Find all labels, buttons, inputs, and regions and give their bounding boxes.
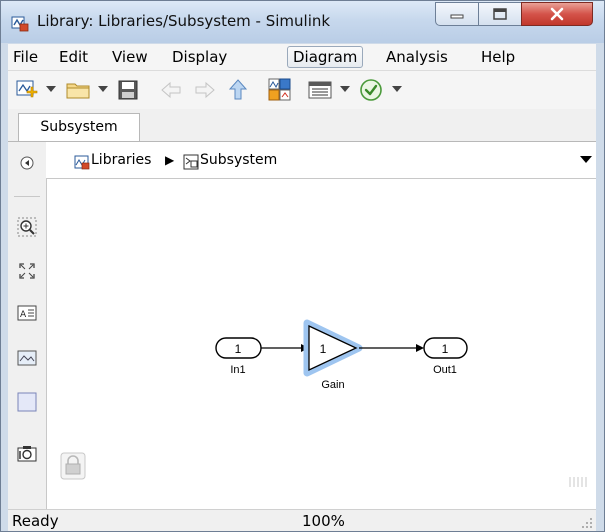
tab-subsystem[interactable]: Subsystem <box>18 113 140 141</box>
hide-explorer-button[interactable] <box>16 152 38 174</box>
zoom-in-icon <box>17 217 37 237</box>
back-arrow-icon <box>161 81 181 99</box>
forward-button[interactable] <box>192 78 218 102</box>
diagram-canvas[interactable]: 1 In1 1 Gain 1 Out1 <box>47 179 596 509</box>
inport-block[interactable]: 1 <box>215 337 262 359</box>
inport-label: In1 <box>230 364 245 376</box>
menu-bar: File Edit View Display Diagram Analysis … <box>8 44 596 71</box>
simulink-window: Library: Libraries/Subsystem - Simulink … <box>0 0 605 532</box>
menu-view[interactable]: View <box>112 47 148 67</box>
minimize-button[interactable] <box>435 2 479 26</box>
inport-number: 1 <box>235 342 242 356</box>
menu-help[interactable]: Help <box>481 47 515 67</box>
model-explorer-icon <box>308 81 332 99</box>
gain-label: Gain <box>321 379 344 391</box>
model-explorer-button[interactable] <box>306 78 334 102</box>
back-button[interactable] <box>158 78 184 102</box>
up-arrow-icon <box>228 79 248 100</box>
zoom-button[interactable] <box>16 216 38 238</box>
collapse-arrow-icon <box>20 156 34 170</box>
up-button[interactable] <box>226 78 250 102</box>
save-button[interactable] <box>116 78 140 102</box>
open-dropdown-arrow[interactable] <box>98 86 108 92</box>
outport-number: 1 <box>442 342 449 356</box>
status-message: Ready <box>12 512 59 530</box>
annotation-button[interactable]: A <box>16 302 38 324</box>
area-button[interactable] <box>16 391 38 413</box>
minimize-icon <box>450 14 464 19</box>
outport-block[interactable]: 1 <box>423 337 468 359</box>
status-bar: Ready 100% <box>8 509 596 531</box>
check-button[interactable] <box>358 78 384 102</box>
new-model-dropdown-arrow[interactable] <box>46 86 56 92</box>
breadcrumb-libraries[interactable]: Libraries <box>91 150 151 170</box>
svg-text:A: A <box>20 310 27 320</box>
camera-icon <box>17 446 37 462</box>
gain-block[interactable]: 1 <box>303 319 363 377</box>
library-browser-button[interactable] <box>266 78 294 102</box>
check-icon <box>360 79 382 101</box>
check-dropdown-arrow[interactable] <box>392 86 402 92</box>
new-model-button[interactable] <box>14 78 40 102</box>
library-lock-icon[interactable] <box>60 452 86 480</box>
menu-analysis[interactable]: Analysis <box>386 47 448 67</box>
simulink-library-icon <box>11 16 29 32</box>
breadcrumb-dropdown-icon[interactable] <box>580 156 592 164</box>
library-icon <box>74 155 90 170</box>
left-toolbar: A <box>8 142 47 509</box>
tab-strip: Subsystem <box>8 109 596 142</box>
model-explorer-dropdown-arrow[interactable] <box>340 86 350 92</box>
outport-label: Out1 <box>433 364 457 376</box>
annotation-icon: A <box>17 305 37 321</box>
maximize-button[interactable] <box>478 2 522 26</box>
resize-grip-icon[interactable] <box>582 518 593 529</box>
fit-to-view-button[interactable] <box>16 260 38 282</box>
gain-value: 1 <box>320 342 327 356</box>
fit-to-view-icon <box>19 263 35 279</box>
forward-arrow-icon <box>195 81 215 99</box>
subsystem-icon <box>183 154 199 170</box>
image-icon <box>17 350 37 366</box>
maximize-icon <box>493 8 507 20</box>
open-folder-icon <box>66 83 90 99</box>
save-icon <box>118 80 138 100</box>
library-browser-icon <box>268 78 291 101</box>
close-button[interactable] <box>521 2 593 26</box>
toolbar <box>8 71 596 109</box>
breadcrumb-subsystem[interactable]: Subsystem <box>200 150 277 170</box>
signal-arrowhead-out <box>416 344 424 352</box>
scroll-handle[interactable] <box>569 477 587 487</box>
menu-edit[interactable]: Edit <box>59 47 88 67</box>
menu-display[interactable]: Display <box>172 47 227 67</box>
area-icon <box>17 392 37 412</box>
close-icon <box>550 7 564 21</box>
left-toolbar-divider <box>14 196 40 197</box>
open-button[interactable] <box>64 78 92 102</box>
zoom-level: 100% <box>302 512 345 530</box>
new-model-icon <box>16 80 38 98</box>
camera-button[interactable] <box>16 442 38 464</box>
menu-file[interactable]: File <box>13 47 38 67</box>
image-button[interactable] <box>16 347 38 369</box>
breadcrumb-separator: ▶ <box>165 153 175 167</box>
menu-diagram[interactable]: Diagram <box>287 46 364 68</box>
diagram-svg: 1 In1 1 Gain 1 Out1 <box>60 319 587 487</box>
window-title: Library: Libraries/Subsystem - Simulink <box>37 12 331 30</box>
title-bar[interactable]: Library: Libraries/Subsystem - Simulink <box>1 1 604 43</box>
breadcrumb: Libraries ▶ Subsystem <box>46 142 596 179</box>
